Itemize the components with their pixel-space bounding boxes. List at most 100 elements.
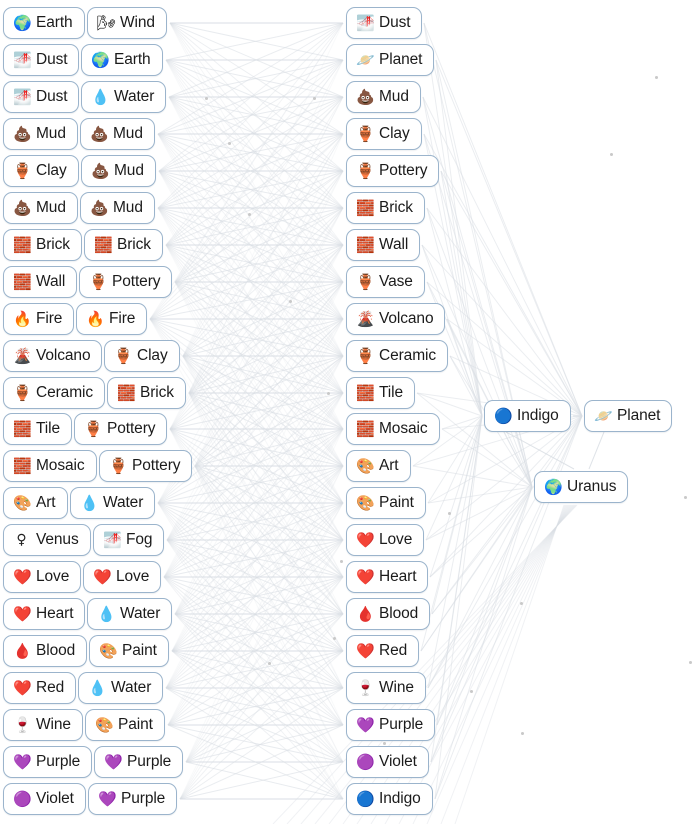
node-label: Love [116, 568, 150, 586]
downstream-node[interactable]: 🌍 Uranus [534, 471, 629, 503]
node-label: Ceramic [36, 384, 94, 402]
background-dot [228, 142, 231, 145]
result-node[interactable]: ❤️ Red [346, 635, 420, 667]
ingredient-node-b[interactable]: 💧 Water [87, 598, 173, 630]
downstream-node[interactable]: 🔵 Indigo [484, 400, 571, 432]
result-node[interactable]: 🧱 Wall [346, 229, 421, 261]
result-node[interactable]: 🏺 Ceramic [346, 340, 449, 372]
result-node[interactable]: 🪐 Planet [346, 44, 435, 76]
result-node[interactable]: 🔵 Indigo [346, 783, 433, 815]
ingredient-node-a[interactable]: 🟣 Violet [3, 783, 86, 815]
result-node[interactable]: 🌁 Dust [346, 7, 423, 39]
ingredient-node-b[interactable]: 💧 Water [78, 672, 164, 704]
brick-icon: 🧱 [13, 419, 32, 438]
brick-icon: 🧱 [356, 383, 375, 402]
ingredient-node-b[interactable]: 🏺 Clay [104, 340, 180, 372]
ingredient-node-b[interactable]: 🎨 Paint [85, 709, 165, 741]
result-node[interactable]: ❤️ Love [346, 524, 425, 556]
ingredient-node-b[interactable]: 🧱 Brick [107, 377, 186, 409]
ingredient-node-b[interactable]: 🔥 Fire [76, 303, 148, 335]
background-dot [689, 661, 692, 664]
graph-canvas[interactable]: 🌍 Earth 🌬 Wind 🌁 Dust 🌍 Earth 🌁 Dust 💧 Water 💩 Mud 💩 Mu… [0, 0, 695, 824]
ingredient-node-a[interactable]: 🧱 Wall [3, 266, 78, 298]
ingredient-node-a[interactable]: 🏺 Clay [3, 155, 79, 187]
brick-icon: 🧱 [117, 383, 136, 402]
result-node[interactable]: 💜 Purple [346, 709, 436, 741]
ingredient-node-a[interactable]: 🔥 Fire [3, 303, 75, 335]
amphora-icon: 🏺 [84, 419, 103, 438]
water-droplet-icon: 💧 [97, 604, 116, 623]
node-label: Vase [379, 273, 413, 291]
ingredient-node-b[interactable]: ❤️ Love [83, 561, 162, 593]
ingredient-node-a[interactable]: ❤️ Heart [3, 598, 86, 630]
volcano-icon: 🌋 [13, 346, 32, 365]
ingredient-node-b[interactable]: 🏺 Pottery [99, 450, 193, 482]
ingredient-node-b[interactable]: 💩 Mud [80, 118, 155, 150]
background-dot [610, 153, 613, 156]
ingredient-node-b[interactable]: 💜 Purple [88, 783, 178, 815]
result-node[interactable]: 🎨 Art [346, 450, 411, 482]
ingredient-node-b[interactable]: 💧 Water [70, 487, 156, 519]
node-label: Indigo [517, 407, 559, 425]
ingredient-node-a[interactable]: 🧱 Tile [3, 413, 73, 445]
ingredient-node-a[interactable]: 🧱 Brick [3, 229, 82, 261]
ingredient-node-a[interactable]: 💩 Mud [3, 192, 78, 224]
background-dot [289, 300, 292, 303]
ingredient-node-a[interactable]: ♀ Venus [3, 524, 91, 556]
ingredient-node-a[interactable]: 💜 Purple [3, 746, 93, 778]
result-node[interactable]: ❤️ Heart [346, 561, 429, 593]
result-node[interactable]: 🍷 Wine [346, 672, 426, 704]
ingredient-node-a[interactable]: 🩸 Blood [3, 635, 88, 667]
result-node[interactable]: 🧱 Brick [346, 192, 425, 224]
node-label: Brick [140, 384, 174, 402]
result-node[interactable]: 🧱 Mosaic [346, 413, 440, 445]
result-node[interactable]: 🎨 Paint [346, 487, 426, 519]
ingredient-node-b[interactable]: 🌁 Fog [93, 524, 165, 556]
ingredient-node-a[interactable]: 🧱 Mosaic [3, 450, 97, 482]
ingredient-node-b[interactable]: 💧 Water [81, 81, 167, 113]
ingredient-node-b[interactable]: 💩 Mud [81, 155, 156, 187]
result-node[interactable]: 🟣 Violet [346, 746, 429, 778]
background-dot [205, 97, 208, 100]
ingredient-node-a[interactable]: 🌍 Earth [3, 7, 85, 39]
ingredient-node-a[interactable]: ❤️ Red [3, 672, 77, 704]
result-node[interactable]: 🧱 Tile [346, 377, 416, 409]
result-node[interactable]: 🩸 Blood [346, 598, 431, 630]
foggy-icon: 🌁 [13, 50, 32, 69]
downstream-node[interactable]: 🪐 Planet [584, 400, 673, 432]
node-label: Water [114, 88, 155, 106]
result-node[interactable]: 🏺 Pottery [346, 155, 440, 187]
background-dot [248, 213, 251, 216]
result-node[interactable]: 💩 Mud [346, 81, 421, 113]
ingredient-node-a[interactable]: 🍷 Wine [3, 709, 83, 741]
ingredient-node-b[interactable]: 🌬 Wind [87, 7, 167, 39]
node-label: Purple [379, 716, 424, 734]
ingredient-node-b[interactable]: 💩 Mud [80, 192, 155, 224]
blue-circle-icon: 🔵 [494, 406, 513, 425]
ingredient-node-a[interactable]: 🌁 Dust [3, 44, 80, 76]
ingredient-node-b[interactable]: 🏺 Pottery [79, 266, 173, 298]
amphora-icon: 🏺 [114, 346, 133, 365]
wind-face-icon: 🌬 [97, 13, 117, 32]
ingredient-node-b[interactable]: 🏺 Pottery [74, 413, 168, 445]
ingredient-node-b[interactable]: 🌍 Earth [81, 44, 163, 76]
fire-icon: 🔥 [13, 309, 32, 328]
result-node[interactable]: 🏺 Clay [346, 118, 422, 150]
blue-circle-icon: 🔵 [356, 789, 375, 808]
node-label: Love [36, 568, 70, 586]
ingredient-node-a[interactable]: 🌁 Dust [3, 81, 80, 113]
ingredient-node-b[interactable]: 🎨 Paint [89, 635, 169, 667]
ingredient-node-b[interactable]: 🧱 Brick [84, 229, 163, 261]
node-label: Purple [127, 753, 172, 771]
ingredient-node-a[interactable]: ❤️ Love [3, 561, 82, 593]
result-node[interactable]: 🌋 Volcano [346, 303, 446, 335]
background-dot [383, 742, 386, 745]
ingredient-node-b[interactable]: 💜 Purple [94, 746, 184, 778]
result-node[interactable]: 🏺 Vase [346, 266, 425, 298]
node-label: Uranus [567, 478, 617, 496]
ingredient-node-a[interactable]: 🎨 Art [3, 487, 68, 519]
ingredient-node-a[interactable]: 💩 Mud [3, 118, 78, 150]
ingredient-node-a[interactable]: 🌋 Volcano [3, 340, 103, 372]
ingredient-node-a[interactable]: 🏺 Ceramic [3, 377, 106, 409]
node-label: Wine [36, 716, 71, 734]
